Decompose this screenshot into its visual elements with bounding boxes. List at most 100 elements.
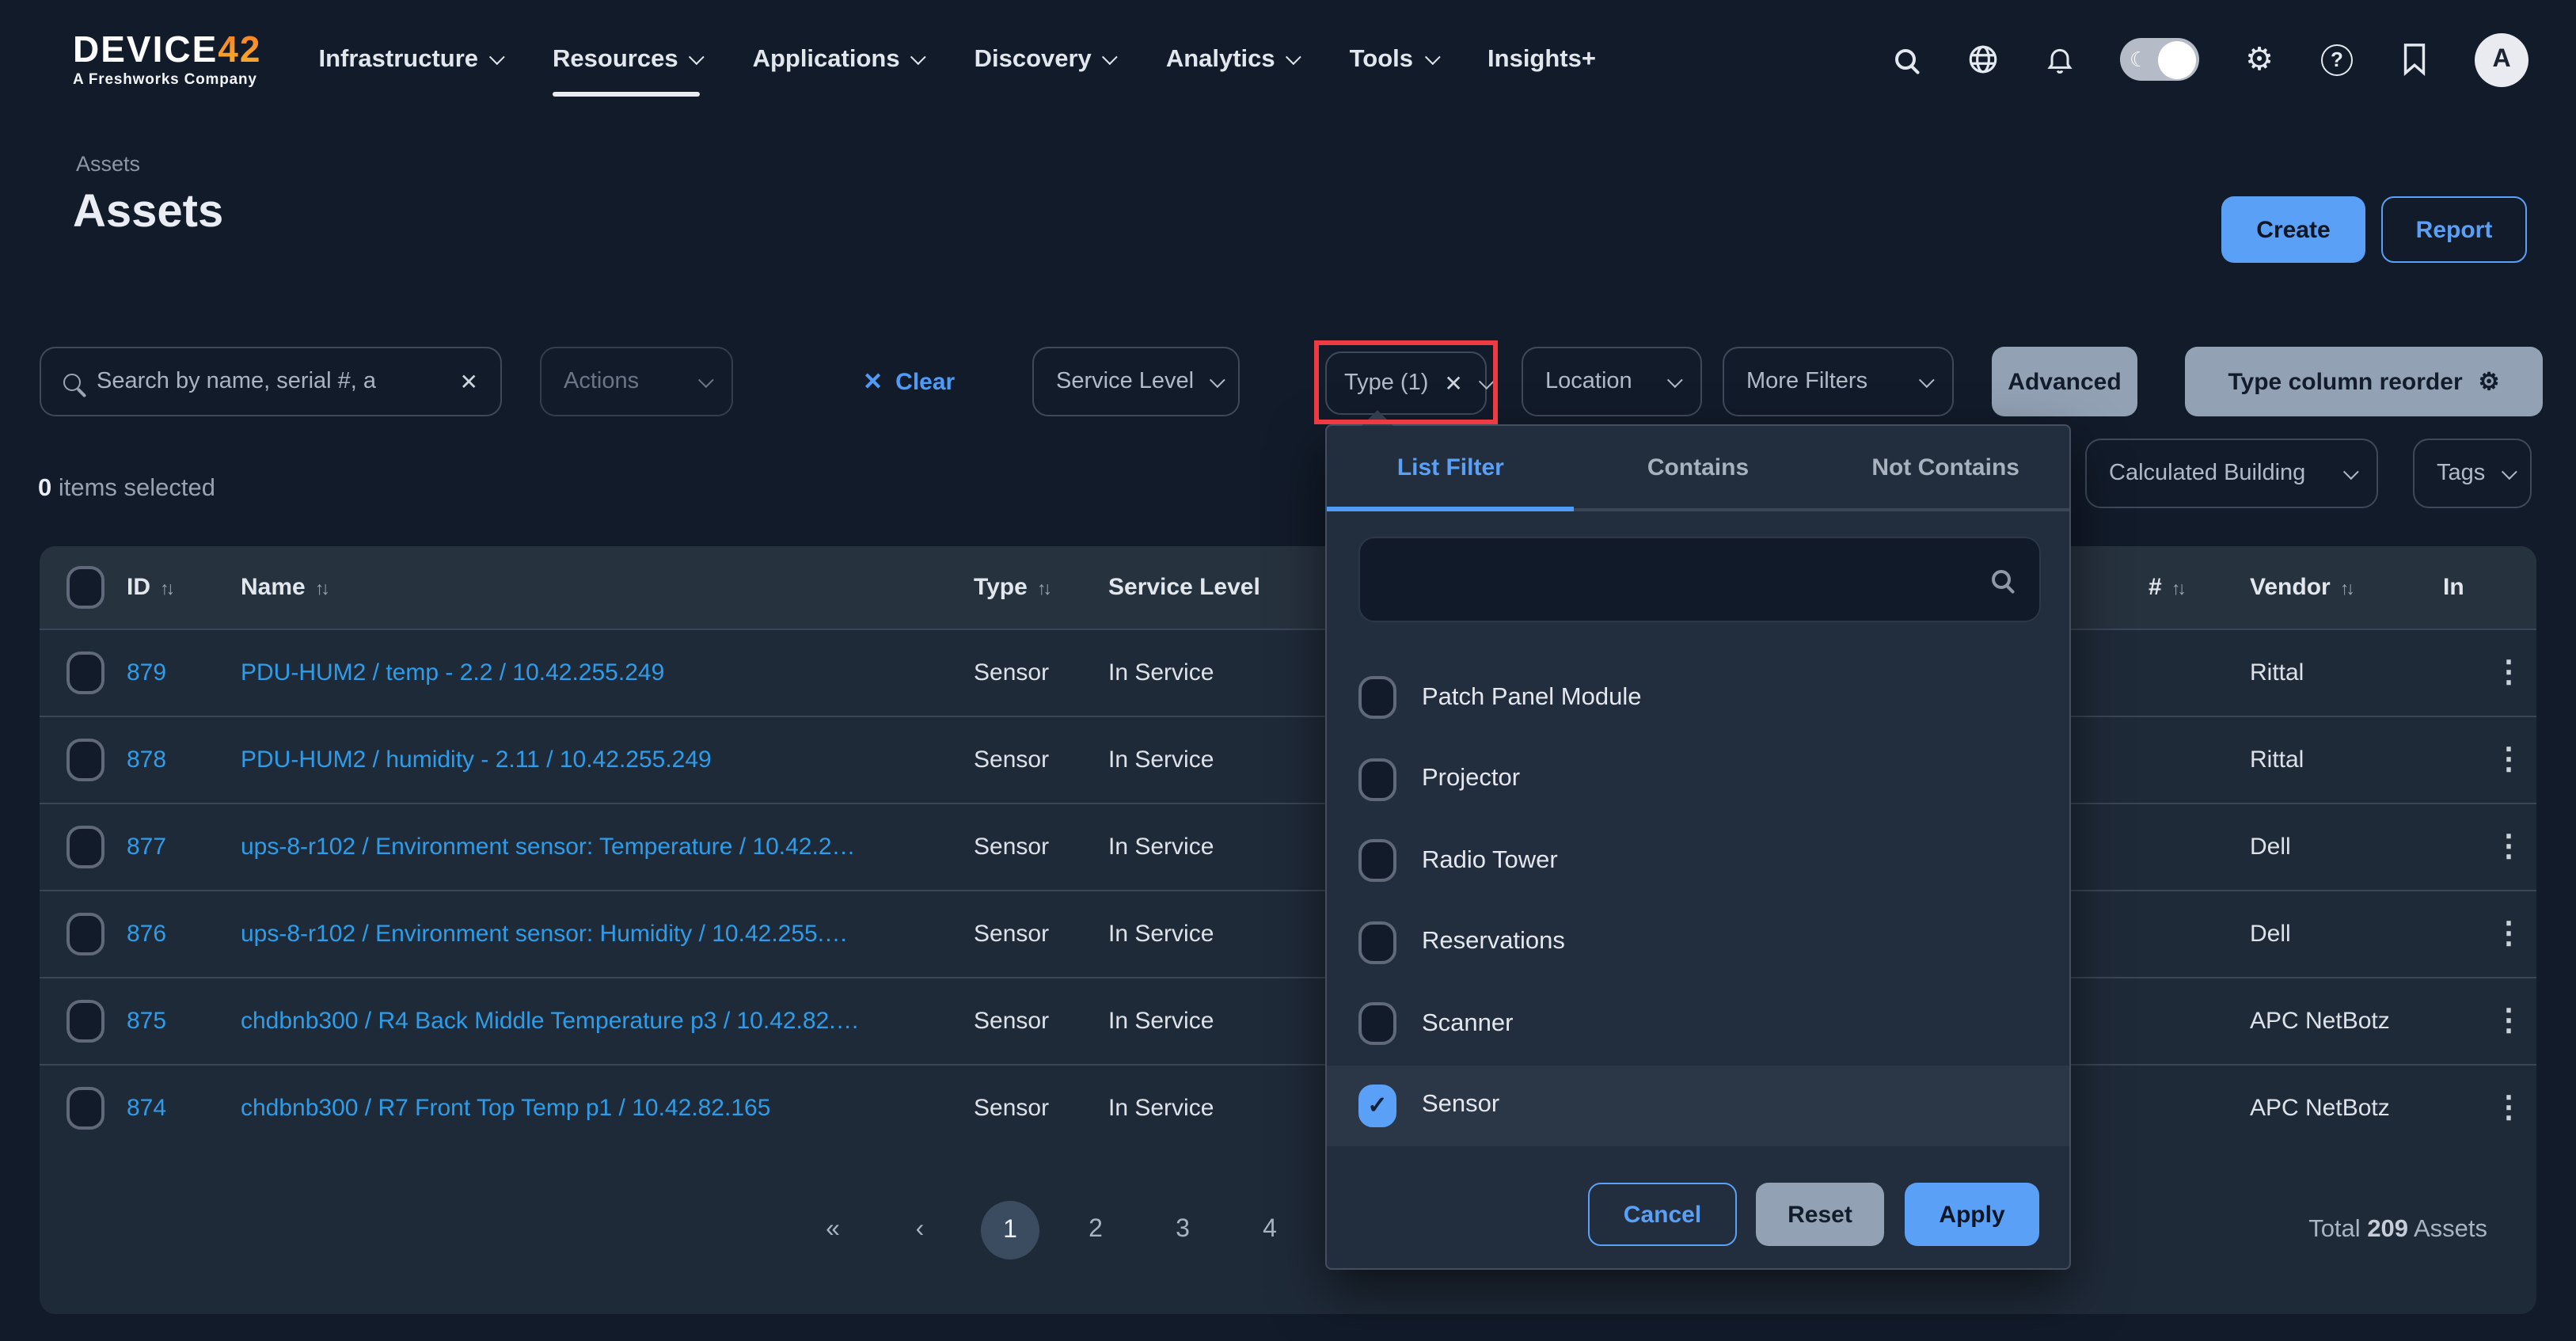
option-reservations[interactable]: Reservations	[1327, 902, 2069, 983]
asset-name-link[interactable]: ups-8-r102 / Environment sensor: Tempera…	[241, 834, 856, 860]
asset-search-input[interactable]: Search by name, serial #, a ✕	[40, 347, 502, 416]
asset-name-link[interactable]: chdbnb300 / R7 Front Top Temp p1 / 10.42…	[241, 1095, 770, 1122]
cancel-button[interactable]: Cancel	[1588, 1183, 1737, 1246]
sort-icon[interactable]: ↑↓	[2171, 580, 2183, 599]
breadcrumb[interactable]: Assets	[76, 152, 140, 176]
column-name[interactable]: Name	[241, 574, 306, 601]
calculated-building-dropdown[interactable]: Calculated Building	[2085, 439, 2378, 508]
globe-icon[interactable]	[1965, 42, 2000, 77]
asset-type: Sensor	[974, 659, 1049, 686]
asset-id-link[interactable]: 877	[127, 834, 166, 860]
help-icon[interactable]: ?	[2320, 42, 2354, 77]
row-actions-kebab[interactable]: ⋮	[2494, 916, 2524, 952]
column-hash[interactable]: #	[2149, 574, 2162, 601]
asset-vendor: APC NetBotz	[2250, 1008, 2390, 1035]
table-row: 878 PDU-HUM2 / humidity - 2.11 / 10.42.2…	[40, 716, 2536, 803]
service-level-filter-dropdown[interactable]: Service Level	[1032, 347, 1240, 416]
theme-toggle[interactable]: ☾	[2120, 38, 2199, 81]
column-type[interactable]: Type	[974, 574, 1028, 601]
search-placeholder: Search by name, serial #, a	[97, 369, 444, 394]
tab-list-filter[interactable]: List Filter	[1327, 426, 1575, 508]
nav-tools[interactable]: Tools	[1350, 36, 1435, 83]
option-radio-tower[interactable]: Radio Tower	[1327, 820, 2069, 902]
row-checkbox[interactable]	[66, 826, 104, 868]
tab-contains[interactable]: Contains	[1575, 426, 1822, 508]
nav-infrastructure[interactable]: Infrastructure	[318, 36, 500, 83]
row-checkbox[interactable]	[66, 739, 104, 781]
row-checkbox[interactable]	[66, 1000, 104, 1043]
pagination-prev[interactable]: ‹	[916, 1216, 925, 1244]
report-button[interactable]: Report	[2381, 196, 2527, 263]
sort-icon[interactable]: ↑↓	[315, 580, 327, 599]
row-actions-kebab[interactable]: ⋮	[2494, 655, 2524, 691]
more-filters-dropdown[interactable]: More Filters	[1723, 347, 1954, 416]
clear-filters-button[interactable]: ✕ Clear	[863, 347, 955, 416]
search-icon[interactable]	[1887, 42, 1922, 77]
option-sensor[interactable]: ✓ Sensor	[1327, 1065, 2069, 1146]
checkbox[interactable]	[1358, 921, 1396, 964]
sort-icon[interactable]: ↑↓	[160, 580, 172, 599]
row-checkbox[interactable]	[66, 652, 104, 694]
remove-type-filter-icon[interactable]: ✕	[1444, 370, 1462, 397]
device42-logo[interactable]: DEVICE42 A Freshworks Company	[73, 32, 261, 88]
tab-not-contains[interactable]: Not Contains	[1822, 426, 2069, 508]
checkbox[interactable]	[1358, 1003, 1396, 1046]
column-service-level[interactable]: Service Level	[1108, 574, 1260, 601]
tags-dropdown[interactable]: Tags	[2413, 439, 2532, 508]
apply-button[interactable]: Apply	[1905, 1183, 2039, 1246]
table-header-row: ID ↑↓ Name ↑↓ Type ↑↓ Service Level # ↑↓ Ven…	[40, 546, 2536, 629]
actions-dropdown[interactable]: Actions	[540, 347, 733, 416]
checkbox[interactable]	[1358, 758, 1396, 801]
row-actions-kebab[interactable]: ⋮	[2494, 829, 2524, 865]
nav-analytics[interactable]: Analytics	[1166, 36, 1297, 83]
pagination-page-4[interactable]: 4	[1263, 1216, 1277, 1244]
reset-button[interactable]: Reset	[1756, 1183, 1884, 1246]
option-projector[interactable]: Projector	[1327, 739, 2069, 820]
pagination-page-1[interactable]: 1	[981, 1201, 1039, 1259]
nav-insights-plus[interactable]: Insights+	[1487, 36, 1596, 83]
search-clear-icon[interactable]: ✕	[460, 368, 478, 395]
popup-search-input[interactable]	[1358, 537, 2041, 622]
row-checkbox[interactable]	[66, 1087, 104, 1130]
advanced-button[interactable]: Advanced	[1992, 347, 2137, 416]
asset-name-link[interactable]: chdbnb300 / R4 Back Middle Temperature p…	[241, 1008, 860, 1035]
sort-icon[interactable]: ↑↓	[2340, 580, 2352, 599]
nav-applications[interactable]: Applications	[753, 36, 922, 83]
row-checkbox[interactable]	[66, 913, 104, 955]
type-filter-dropdown[interactable]: Type (1) ✕	[1325, 351, 1487, 415]
asset-id-link[interactable]: 876	[127, 921, 166, 948]
notifications-bell-icon[interactable]	[2042, 42, 2077, 77]
pagination-page-3[interactable]: 3	[1176, 1216, 1190, 1244]
column-vendor[interactable]: Vendor	[2250, 574, 2331, 601]
column-id[interactable]: ID	[127, 574, 150, 601]
asset-id-link[interactable]: 874	[127, 1095, 166, 1122]
pagination-page-2[interactable]: 2	[1089, 1216, 1103, 1244]
avatar[interactable]: A	[2475, 32, 2529, 86]
row-actions-kebab[interactable]: ⋮	[2494, 1003, 2524, 1039]
type-column-reorder-button[interactable]: Type column reorder ⚙	[2185, 347, 2543, 416]
column-in[interactable]: In	[2443, 574, 2464, 601]
settings-gear-icon[interactable]: ⚙	[2242, 42, 2277, 77]
asset-id-link[interactable]: 878	[127, 746, 166, 773]
option-scanner[interactable]: Scanner	[1327, 983, 2069, 1065]
row-actions-kebab[interactable]: ⋮	[2494, 742, 2524, 778]
select-all-checkbox[interactable]	[66, 566, 104, 609]
pagination-first[interactable]: «	[826, 1216, 840, 1244]
asset-id-link[interactable]: 879	[127, 659, 166, 686]
nav-discovery[interactable]: Discovery	[975, 36, 1114, 83]
checkbox[interactable]	[1358, 840, 1396, 883]
asset-name-link[interactable]: PDU-HUM2 / humidity - 2.11 / 10.42.255.2…	[241, 746, 712, 773]
nav-resources[interactable]: Resources	[553, 36, 701, 83]
checkbox[interactable]	[1358, 677, 1396, 720]
create-button[interactable]: Create	[2221, 196, 2365, 263]
sort-icon[interactable]: ↑↓	[1037, 580, 1049, 599]
asset-id-link[interactable]: 875	[127, 1008, 166, 1035]
asset-name-link[interactable]: ups-8-r102 / Environment sensor: Humidit…	[241, 921, 848, 948]
option-patch-panel-module[interactable]: Patch Panel Module	[1327, 657, 2069, 739]
row-actions-kebab[interactable]: ⋮	[2494, 1090, 2524, 1126]
search-icon	[1992, 570, 2011, 589]
asset-name-link[interactable]: PDU-HUM2 / temp - 2.2 / 10.42.255.249	[241, 659, 664, 686]
bookmark-icon[interactable]	[2397, 42, 2432, 77]
checkbox-checked[interactable]: ✓	[1358, 1085, 1396, 1127]
location-filter-dropdown[interactable]: Location	[1522, 347, 1702, 416]
